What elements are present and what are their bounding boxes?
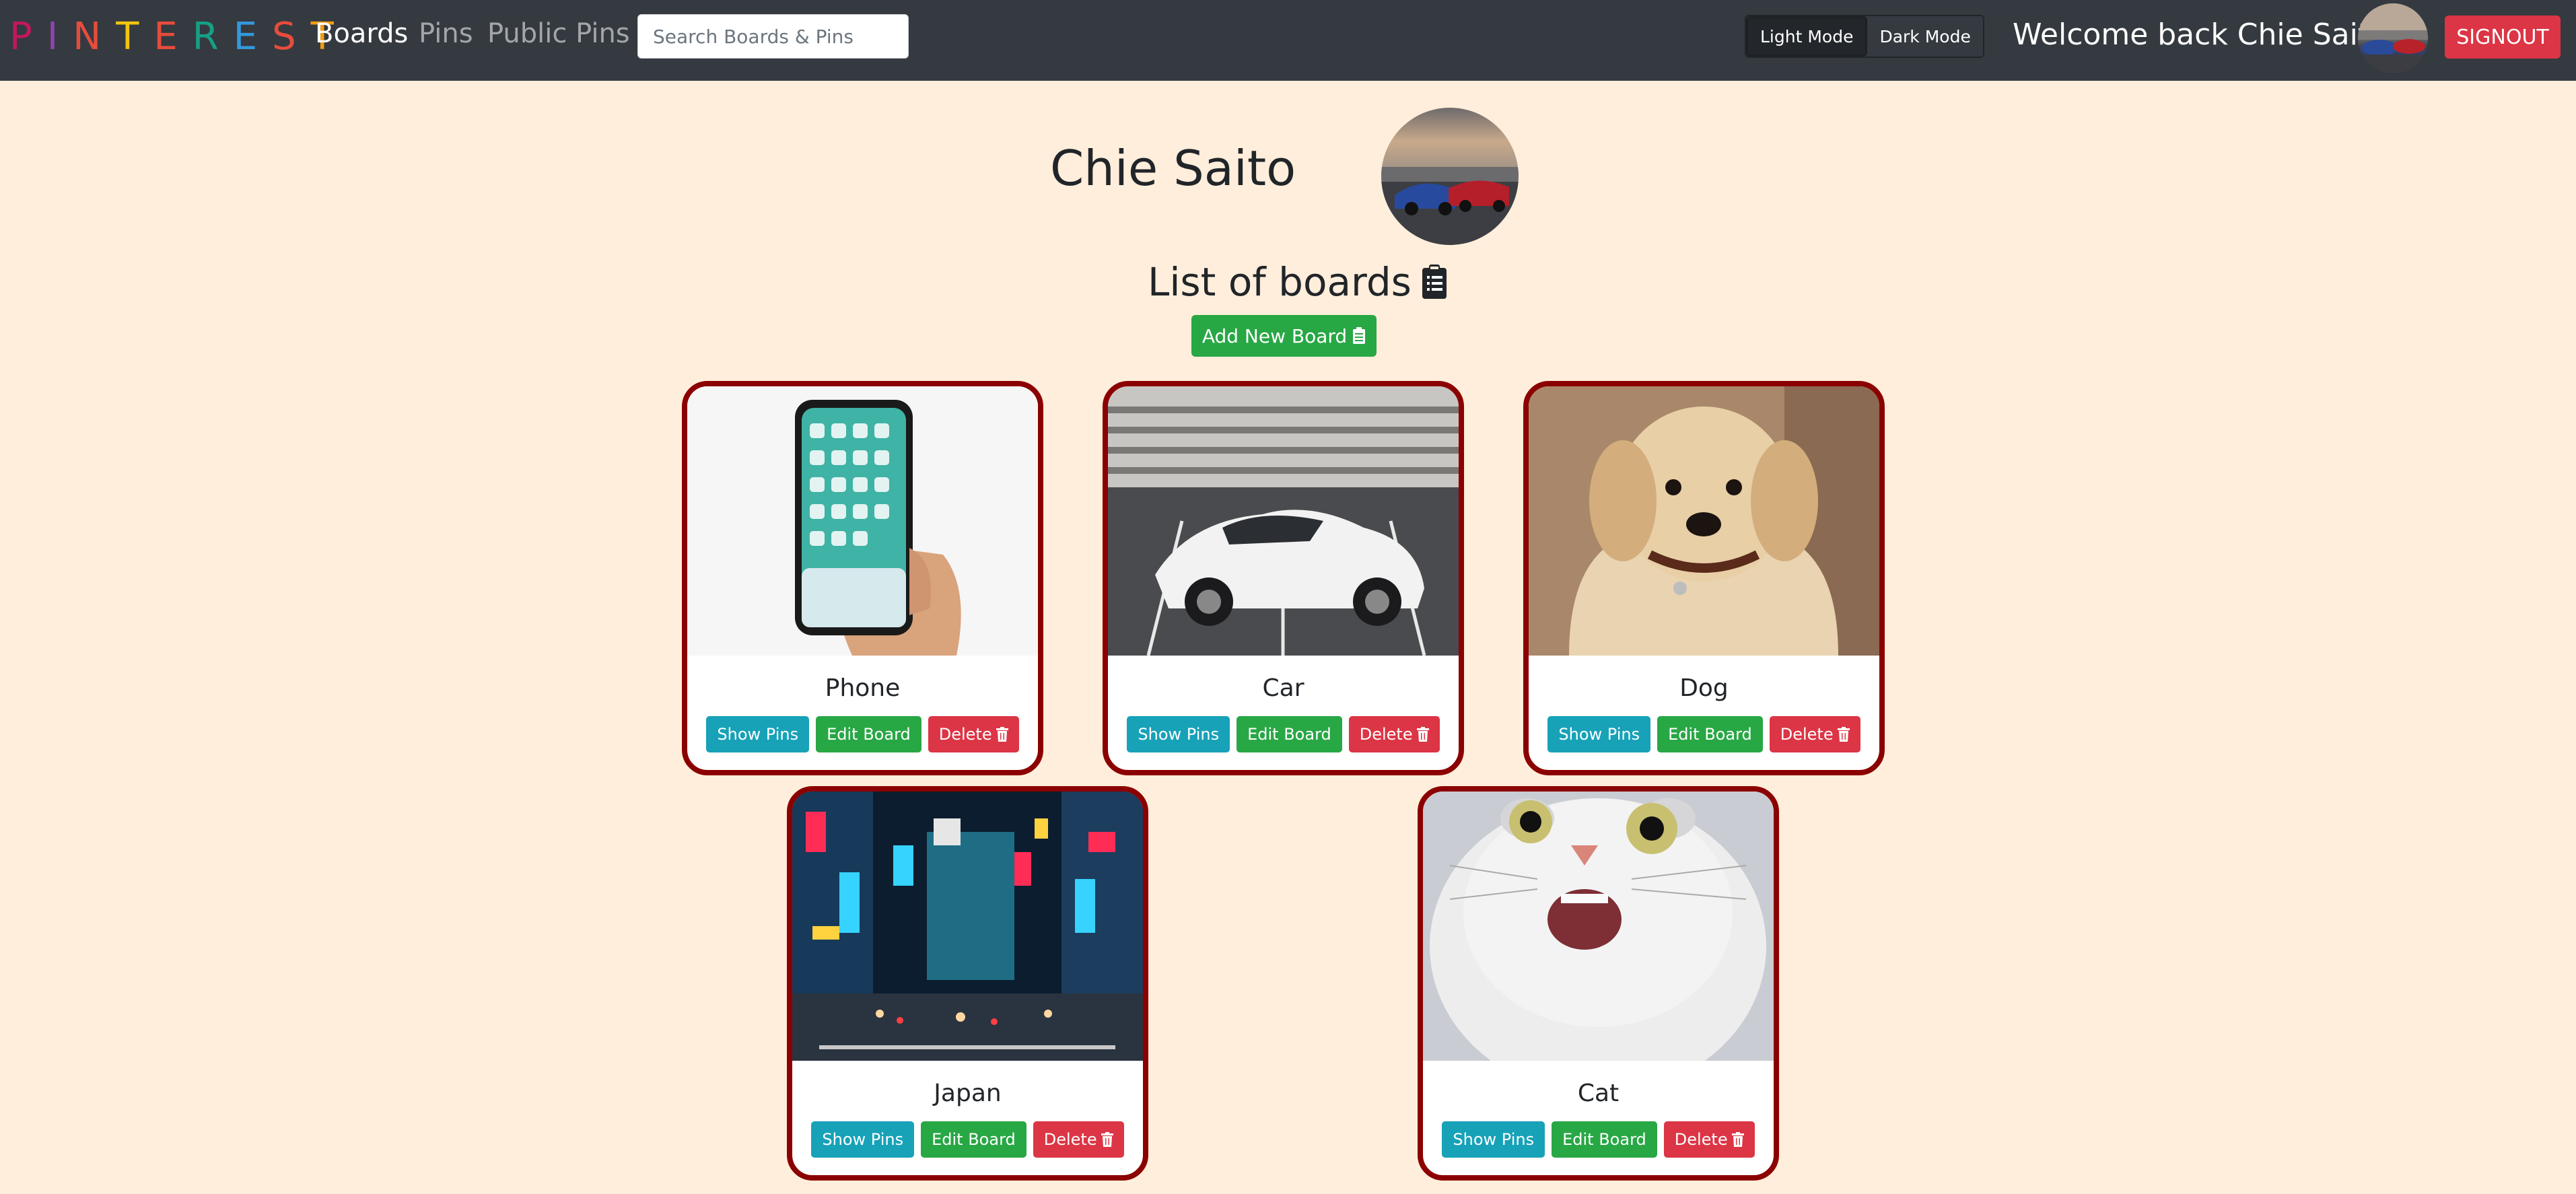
board-image-cat [1423,792,1774,1061]
show-pins-button[interactable]: Show Pins [1127,716,1230,752]
city-photo-icon [792,792,1143,1061]
board-title: Phone [825,674,901,702]
trash-icon [996,727,1008,742]
board-card-japan: Japan Show Pins Edit Board Delete [787,786,1148,1181]
show-pins-button[interactable]: Show Pins [706,716,810,752]
brand-letter: N [73,15,116,59]
delete-label: Delete [1780,725,1834,744]
delete-label: Delete [1674,1130,1728,1149]
delete-label: Delete [1359,725,1413,744]
boards-heading: List of boards [1148,259,1448,305]
navbar: PINTEREST Boards Pins Public Pins Light … [0,0,2576,81]
board-title: Japan [934,1080,1002,1107]
brand-letter: I [46,15,73,59]
board-image-dog [1529,386,1879,656]
delete-board-button[interactable]: Delete [1769,716,1860,752]
board-card-car: Car Show Pins Edit Board Delete [1103,381,1464,775]
avatar-photo-icon [2358,3,2428,73]
add-new-board-label: Add New Board [1202,324,1348,347]
trash-icon [1101,1132,1113,1147]
theme-toggle-group: Light Mode Dark Mode [1745,15,1984,58]
board-actions: Show Pins Edit Board Delete [1529,716,1879,752]
trash-icon [1731,1132,1744,1147]
board-title: Dog [1679,674,1729,702]
board-image-japan [792,792,1143,1061]
edit-board-button[interactable]: Edit Board [921,1121,1026,1158]
profile-photo-icon [1381,108,1519,245]
nav-link-pins[interactable]: Pins [419,18,473,49]
board-card-dog: Dog Show Pins Edit Board Delete [1523,381,1885,775]
clipboard-icon [1422,265,1447,299]
search-input[interactable] [637,14,909,59]
board-card-cat: Cat Show Pins Edit Board Delete [1418,786,1779,1181]
show-pins-button[interactable]: Show Pins [1442,1121,1545,1158]
edit-board-button[interactable]: Edit Board [1657,716,1763,752]
nav-link-public-pins[interactable]: Public Pins [487,18,630,49]
cat-photo-icon [1423,792,1774,1061]
avatar[interactable] [2358,3,2428,73]
light-mode-button[interactable]: Light Mode [1746,16,1868,57]
add-new-board-button[interactable]: Add New Board [1191,315,1377,357]
brand-logo[interactable]: PINTEREST [9,15,349,59]
trash-icon [1416,727,1429,742]
board-title: Car [1262,674,1304,702]
show-pins-button[interactable]: Show Pins [811,1121,915,1158]
signout-button[interactable]: SIGNOUT [2445,15,2561,59]
brand-letter: T [116,15,154,59]
dog-photo-icon [1529,386,1879,656]
delete-label: Delete [938,725,992,744]
board-actions: Show Pins Edit Board Delete [687,716,1038,752]
edit-board-button[interactable]: Edit Board [1237,716,1342,752]
edit-board-button[interactable]: Edit Board [816,716,921,752]
brand-letter: E [233,15,273,59]
dark-mode-button[interactable]: Dark Mode [1867,16,1982,57]
profile-avatar [1381,108,1519,245]
delete-label: Delete [1043,1130,1097,1149]
brand-letter: P [9,15,47,59]
nav-link-boards[interactable]: Boards [315,18,408,49]
brand-letter: E [153,15,193,59]
boards-heading-text: List of boards [1148,259,1412,305]
board-image-phone [687,386,1038,656]
board-card-phone: Phone Show Pins Edit Board Delete [682,381,1043,775]
welcome-message: Welcome back Chie Saito [2013,17,2388,52]
board-actions: Show Pins Edit Board Delete [1423,1121,1774,1158]
board-image-car [1108,386,1459,656]
brand-letter: R [192,15,234,59]
board-actions: Show Pins Edit Board Delete [1108,716,1459,752]
delete-board-button[interactable]: Delete [1663,1121,1755,1158]
delete-board-button[interactable]: Delete [928,716,1019,752]
profile-name: Chie Saito [1050,140,1296,197]
show-pins-button[interactable]: Show Pins [1547,716,1651,752]
board-title: Cat [1577,1080,1620,1107]
phone-photo-icon [687,386,1038,656]
clipboard-icon [1353,327,1366,344]
board-actions: Show Pins Edit Board Delete [792,1121,1143,1158]
car-photo-icon [1108,386,1459,656]
delete-board-button[interactable]: Delete [1348,716,1440,752]
delete-board-button[interactable]: Delete [1033,1121,1124,1158]
brand-letter: S [272,15,311,59]
edit-board-button[interactable]: Edit Board [1552,1121,1657,1158]
trash-icon [1837,727,1850,742]
